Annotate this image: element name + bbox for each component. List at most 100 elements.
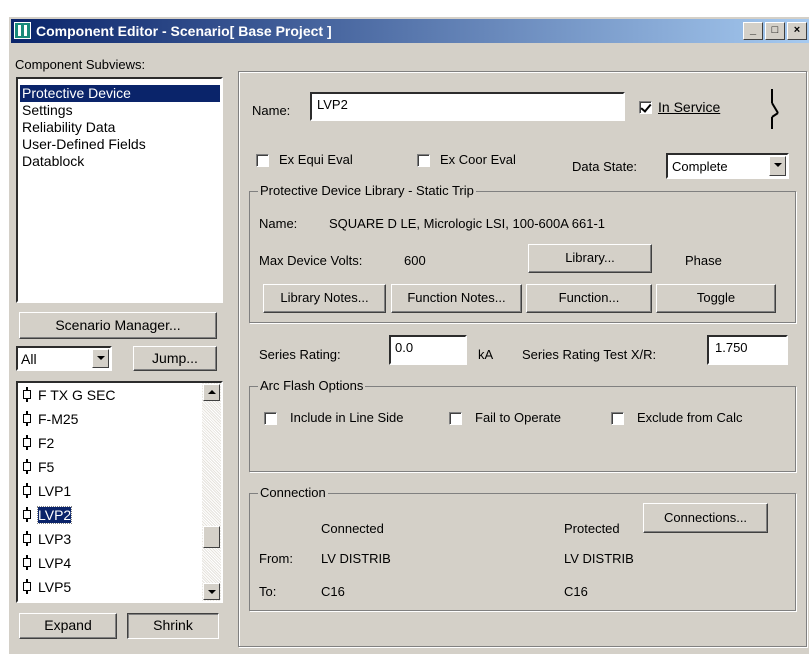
- subview-item-user-defined-fields[interactable]: User-Defined Fields: [22, 136, 146, 153]
- scroll-down-arrow[interactable]: [203, 583, 220, 600]
- fuse-icon: [22, 435, 32, 450]
- scroll-up-arrow[interactable]: [203, 384, 220, 401]
- protected-header: Protected: [564, 521, 620, 536]
- fuse-icon: [22, 507, 32, 522]
- fuse-icon: [22, 483, 32, 498]
- title-bar[interactable]: Component Editor - Scenario[ Base Projec…: [11, 19, 809, 43]
- phase-label: Phase: [685, 253, 722, 268]
- fuse-icon: [22, 411, 32, 426]
- tree-item-label: LVP2: [36, 506, 73, 524]
- tree-item-label: F-M25: [38, 411, 79, 427]
- subviews-label: Component Subviews:: [15, 57, 146, 72]
- max-device-volts-value: 600: [404, 253, 426, 268]
- protective-device-symbol-icon: [764, 87, 788, 131]
- to-protected-value: C16: [564, 584, 588, 599]
- to-connected-value: C16: [321, 584, 345, 599]
- fail-to-operate-label: Fail to Operate: [475, 410, 561, 425]
- subviews-list[interactable]: Protective Device Settings Reliability D…: [16, 77, 223, 303]
- arc-flash-group-label: Arc Flash Options: [258, 378, 366, 393]
- tree-item[interactable]: LVP5: [22, 579, 71, 599]
- series-rating-xr-input[interactable]: 1.750: [707, 335, 788, 365]
- window-title: Component Editor - Scenario[ Base Projec…: [36, 23, 332, 39]
- ex-equi-eval-label: Ex Equi Eval: [279, 152, 353, 167]
- series-rating-xr-value: 1.750: [715, 340, 748, 355]
- function-notes-button[interactable]: Function Notes...: [391, 284, 522, 313]
- expand-button[interactable]: Expand: [19, 613, 117, 639]
- name-input-value: LVP2: [317, 97, 348, 112]
- from-protected-value: LV DISTRIB: [564, 551, 634, 566]
- component-tree[interactable]: F TX G SEC F-M25 F2 F5 LVP1 LVP2 LVP3 LVP4 LVP5: [16, 381, 223, 603]
- fuse-icon: [22, 387, 32, 402]
- subview-item-settings[interactable]: Settings: [22, 102, 73, 119]
- connections-button[interactable]: Connections...: [643, 503, 768, 533]
- component-editor-window: Component Editor - Scenario[ Base Projec…: [8, 16, 809, 654]
- fuse-icon: [22, 555, 32, 570]
- data-state-dropdown-arrow[interactable]: [769, 156, 786, 176]
- exclude-from-calc-label: Exclude from Calc: [637, 410, 743, 425]
- data-state-value: Complete: [672, 159, 728, 174]
- tree-item[interactable]: F2: [22, 435, 54, 455]
- tree-item[interactable]: F5: [22, 459, 54, 479]
- tree-item[interactable]: LVP4: [22, 555, 71, 575]
- shrink-button[interactable]: Shrink: [127, 613, 219, 639]
- tree-item-label: F5: [38, 459, 55, 475]
- series-rating-value: 0.0: [395, 340, 414, 355]
- fuse-icon: [22, 579, 32, 594]
- tree-item[interactable]: F TX G SEC: [22, 387, 116, 407]
- subview-item-protective-device[interactable]: Protective Device: [20, 85, 220, 102]
- library-name-value: SQUARE D LE, Micrologic LSI, 100-600A 66…: [329, 216, 606, 231]
- fail-to-operate-checkbox[interactable]: [449, 412, 462, 425]
- tree-item[interactable]: LVP2: [22, 506, 73, 527]
- from-connected-value: LV DISTRIB: [321, 551, 391, 566]
- filter-value: All: [21, 351, 37, 367]
- tree-item-label: F TX G SEC: [38, 387, 116, 403]
- function-button[interactable]: Function...: [526, 284, 652, 313]
- tree-item-label: LVP1: [38, 483, 72, 499]
- series-rating-xr-label: Series Rating Test X/R:: [522, 347, 657, 362]
- toggle-button[interactable]: Toggle: [656, 284, 776, 313]
- connected-header: Connected: [321, 521, 384, 536]
- minimize-button[interactable]: _: [743, 22, 763, 40]
- tree-item[interactable]: LVP1: [22, 483, 71, 503]
- close-button[interactable]: ×: [787, 22, 807, 40]
- filter-dropdown-arrow[interactable]: [92, 349, 109, 368]
- app-icon: [14, 22, 31, 39]
- name-input[interactable]: LVP2: [310, 92, 625, 121]
- filter-select[interactable]: All: [16, 346, 112, 371]
- maximize-button[interactable]: □: [765, 22, 785, 40]
- include-line-side-label: Include in Line Side: [290, 410, 404, 425]
- max-device-volts-label: Max Device Volts:: [259, 253, 363, 268]
- data-state-select[interactable]: Complete: [666, 153, 789, 179]
- library-group-label: Protective Device Library - Static Trip: [258, 183, 476, 198]
- tree-item[interactable]: LVP3: [22, 531, 71, 551]
- arc-flash-group: Arc Flash Options: [249, 378, 796, 472]
- name-label: Name:: [252, 103, 291, 118]
- in-service-checkbox[interactable]: [639, 101, 652, 114]
- series-rating-label: Series Rating:: [259, 347, 341, 362]
- connection-group-label: Connection: [258, 485, 328, 500]
- tree-scrollbar[interactable]: [202, 383, 221, 601]
- library-name-label: Name:: [259, 216, 298, 231]
- exclude-from-calc-checkbox[interactable]: [611, 412, 624, 425]
- from-label: From:: [259, 551, 293, 566]
- series-rating-input[interactable]: 0.0: [389, 335, 467, 365]
- fuse-icon: [22, 459, 32, 474]
- tree-item[interactable]: F-M25: [22, 411, 78, 431]
- in-service-label: In Service: [658, 99, 721, 115]
- ex-equi-eval-checkbox[interactable]: [256, 154, 269, 167]
- subview-item-reliability-data[interactable]: Reliability Data: [22, 119, 115, 136]
- tree-item-label: LVP5: [38, 579, 72, 595]
- library-button[interactable]: Library...: [528, 244, 652, 273]
- subview-item-datablock[interactable]: Datablock: [22, 153, 84, 170]
- jump-button[interactable]: Jump...: [133, 346, 217, 371]
- include-line-side-checkbox[interactable]: [264, 412, 277, 425]
- ex-coor-eval-checkbox[interactable]: [417, 154, 430, 167]
- library-notes-button[interactable]: Library Notes...: [263, 284, 386, 313]
- scenario-manager-button[interactable]: Scenario Manager...: [19, 312, 217, 339]
- scroll-thumb[interactable]: [203, 526, 220, 548]
- fuse-icon: [22, 531, 32, 546]
- series-rating-unit: kA: [478, 347, 494, 362]
- to-label: To:: [259, 584, 277, 599]
- tree-item-label: F2: [38, 435, 55, 451]
- tree-item-label: LVP4: [38, 555, 72, 571]
